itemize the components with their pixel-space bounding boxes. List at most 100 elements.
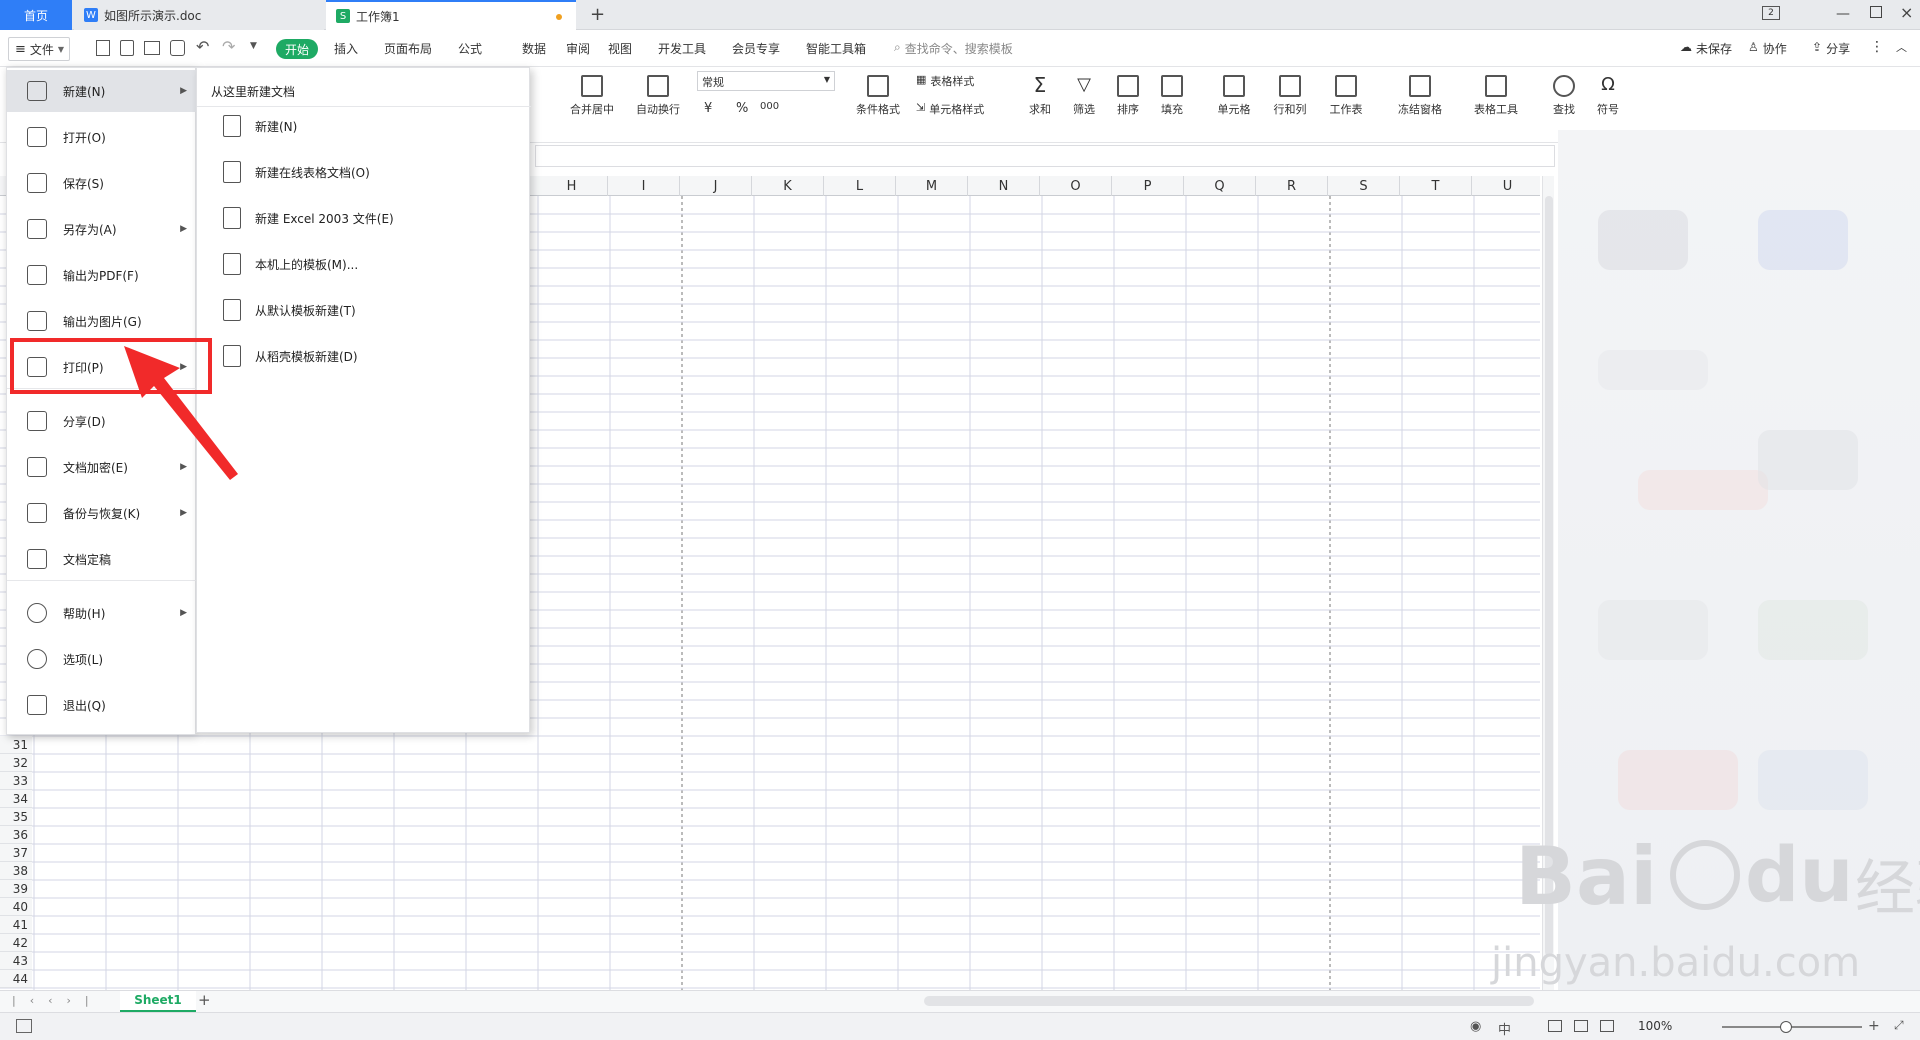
column-header-H[interactable]: H [536,176,608,196]
menu-tab-8[interactable]: 智能工具箱 [806,40,866,57]
column-header-S[interactable]: S [1328,176,1400,196]
print-preview-icon[interactable] [170,40,185,56]
column-header-J[interactable]: J [680,176,752,196]
row-header-44[interactable]: 44 [0,970,32,988]
file-menu-item-2[interactable]: 保存(S) [7,162,197,204]
thousands-button[interactable]: 000 [760,101,779,112]
column-header-T[interactable]: T [1400,176,1472,196]
file-menu-item-5[interactable]: 输出为图片(G) [7,300,197,342]
page-break-view-icon[interactable] [1600,1020,1614,1032]
submenu-item-1[interactable]: 新建在线表格文档(O) [223,158,523,186]
table-tools-button[interactable]: 表格工具 [1466,75,1526,117]
maximize-icon[interactable] [1870,6,1882,18]
currency-button[interactable]: ¥ [704,101,712,116]
menu-tab-0[interactable]: 插入 [334,40,358,57]
column-header-Q[interactable]: Q [1184,176,1256,196]
file-menu-button[interactable]: ≡ 文件 ▼ [8,37,70,61]
close-icon[interactable]: × [1900,3,1913,22]
column-header-O[interactable]: O [1040,176,1112,196]
row-header-42[interactable]: 42 [0,934,32,952]
formula-input[interactable] [535,145,1555,167]
add-sheet-button[interactable]: + [198,991,211,1009]
column-header-U[interactable]: U [1472,176,1540,196]
submenu-item-2[interactable]: 新建 Excel 2003 文件(E) [223,204,523,232]
submenu-item-5[interactable]: 从稻壳模板新建(D) [223,342,523,370]
horizontal-scrollbar[interactable] [924,996,1534,1006]
submenu-item-3[interactable]: 本机上的模板(M)... [223,250,523,278]
menu-tab-2[interactable]: 公式 [458,40,482,57]
sort-button[interactable]: 排序 [1110,75,1146,117]
tab-document[interactable]: W 如图所示演示.doc [74,0,324,30]
menu-tab-1[interactable]: 页面布局 [384,40,432,57]
save-icon[interactable] [96,40,110,56]
sheet-tab-sheet1[interactable]: Sheet1 [120,991,196,1012]
conditional-format-button[interactable]: 条件格式 [848,75,908,117]
table-style-button[interactable]: ▦ 表格样式 [916,73,974,89]
tab-start[interactable]: 开始 [276,39,318,59]
menu-tab-7[interactable]: 会员专享 [732,40,780,57]
file-menu-item-9[interactable]: 备份与恢复(K) ▶ [7,492,197,534]
zoom-slider-thumb[interactable] [1780,1021,1792,1033]
more-options-icon[interactable]: ⋮ [1870,39,1884,55]
collapse-ribbon-icon[interactable]: ︿ [1896,39,1907,55]
column-header-L[interactable]: L [824,176,896,196]
file-menu-item-1[interactable]: 打开(O) [7,116,197,158]
menu-tab-5[interactable]: 视图 [608,40,632,57]
submenu-item-0[interactable]: 新建(N) [223,112,523,140]
percent-button[interactable]: % [736,101,748,116]
command-search[interactable]: ⌕ 查找命令、搜索模板 [894,40,1013,57]
row-column-button[interactable]: 行和列 [1266,75,1314,117]
menu-tab-4[interactable]: 审阅 [566,40,590,57]
zoom-level[interactable]: 100% [1638,1019,1672,1033]
column-header-M[interactable]: M [896,176,968,196]
macro-record-icon[interactable] [16,1019,32,1033]
cell-button[interactable]: 单元格 [1210,75,1258,117]
normal-view-icon[interactable] [1548,1020,1562,1032]
redo-icon[interactable]: ↷ [222,37,235,56]
row-header-32[interactable]: 32 [0,754,32,772]
file-menu-item-3[interactable]: 另存为(A) ▶ [7,208,197,250]
row-header-38[interactable]: 38 [0,862,32,880]
row-header-36[interactable]: 36 [0,826,32,844]
row-header-31[interactable]: 31 [0,736,32,754]
menu-tab-3[interactable]: 数据 [522,40,546,57]
new-tab-button[interactable]: + [590,4,605,25]
file-menu-item-13[interactable]: 退出(Q) [7,684,197,726]
tab-workbook[interactable]: S 工作簿1 [326,0,576,30]
number-format-select[interactable]: 常规 ▼ [697,71,835,91]
file-menu-item-0[interactable]: 新建(N) ▶ [7,70,197,112]
chinese-input-icon[interactable]: 中 [1498,1019,1511,1038]
fill-button[interactable]: 填充 [1154,75,1190,117]
file-menu-item-4[interactable]: 输出为PDF(F) [7,254,197,296]
export-pdf-icon[interactable] [120,40,134,56]
column-header-I[interactable]: I [608,176,680,196]
quick-access-dropdown-icon[interactable]: ▼ [250,41,257,51]
tab-home[interactable]: 首页 [0,0,72,30]
print-icon[interactable] [144,41,160,55]
row-header-39[interactable]: 39 [0,880,32,898]
find-button[interactable]: 查找 [1546,75,1582,117]
collaborate-button[interactable]: ♙ 协作 [1748,40,1787,57]
fullscreen-icon[interactable]: ⤢ [1894,1018,1904,1033]
row-header-34[interactable]: 34 [0,790,32,808]
row-header-37[interactable]: 37 [0,844,32,862]
wrap-text-button[interactable]: 自动换行 [630,75,686,117]
file-menu-item-11[interactable]: 帮助(H) ▶ [7,592,197,634]
symbol-button[interactable]: Ω 符号 [1590,75,1626,117]
cell-style-button[interactable]: ⇲ 单元格样式 [916,101,984,117]
eye-protection-icon[interactable]: ◉ [1470,1019,1481,1034]
worksheet-button[interactable]: 工作表 [1322,75,1370,117]
row-header-40[interactable]: 40 [0,898,32,916]
file-menu-item-12[interactable]: 选项(L) [7,638,197,680]
filter-button[interactable]: ▽ 筛选 [1066,75,1102,117]
share-button[interactable]: ⇪ 分享 [1812,40,1850,57]
menu-tab-6[interactable]: 开发工具 [658,40,706,57]
file-menu-item-10[interactable]: 文档定稿 [7,538,197,580]
row-header-33[interactable]: 33 [0,772,32,790]
row-header-35[interactable]: 35 [0,808,32,826]
column-header-K[interactable]: K [752,176,824,196]
row-header-41[interactable]: 41 [0,916,32,934]
column-header-R[interactable]: R [1256,176,1328,196]
column-header-N[interactable]: N [968,176,1040,196]
unsaved-button[interactable]: ☁ 未保存 [1680,40,1732,57]
